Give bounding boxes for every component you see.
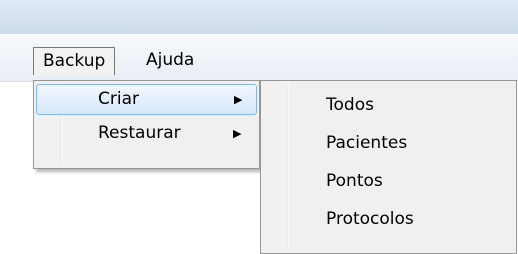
menu-bar: Backup Ajuda — [0, 34, 518, 82]
menu-item-restaurar-label: Restaurar — [98, 123, 181, 143]
backup-dropdown-menu: Criar ▶ Restaurar ▶ — [33, 80, 260, 169]
submenu-item-pacientes[interactable]: Pacientes — [261, 125, 516, 161]
submenu-item-protocolos[interactable]: Protocolos — [261, 201, 516, 237]
submenu-item-pacientes-label: Pacientes — [326, 133, 408, 153]
menu-backup-label: Backup — [43, 51, 106, 71]
menu-item-criar[interactable]: Criar ▶ — [36, 84, 257, 115]
menu-backup[interactable]: Backup — [33, 47, 116, 75]
menu-item-criar-label: Criar — [98, 89, 139, 109]
submenu-item-todos[interactable]: Todos — [261, 87, 516, 123]
submenu-item-todos-label: Todos — [326, 95, 374, 115]
submenu-arrow-icon: ▶ — [233, 127, 242, 140]
criar-submenu: Todos Pacientes Pontos Protocolos — [260, 80, 517, 254]
menu-ajuda[interactable]: Ajuda — [137, 47, 203, 75]
menu-item-restaurar[interactable]: Restaurar ▶ — [36, 119, 257, 150]
submenu-item-pontos[interactable]: Pontos — [261, 163, 516, 199]
submenu-item-protocolos-label: Protocolos — [326, 209, 414, 229]
submenu-item-pontos-label: Pontos — [326, 171, 383, 191]
submenu-arrow-icon: ▶ — [234, 93, 243, 106]
window-title-bar — [0, 0, 518, 34]
menu-ajuda-label: Ajuda — [146, 50, 195, 70]
